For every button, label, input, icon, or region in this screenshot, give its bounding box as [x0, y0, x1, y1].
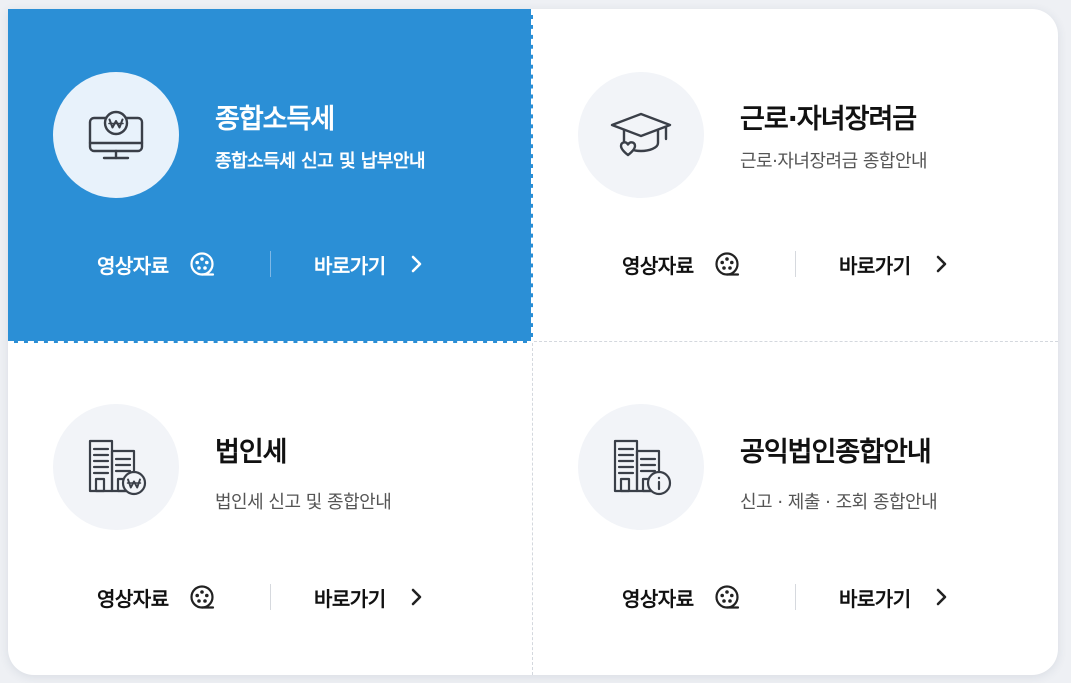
- video-material-link[interactable]: 영상자료: [622, 582, 740, 612]
- action-separator: [795, 251, 796, 277]
- video-material-link[interactable]: 영상자료: [97, 582, 215, 612]
- video-material-link[interactable]: 영상자료: [622, 249, 740, 279]
- goto-link[interactable]: 바로가기: [314, 582, 426, 612]
- card-comprehensive-income-tax[interactable]: 종합소득세 종합소득세 신고 및 납부안내 영상자료 바로가기: [8, 9, 533, 343]
- chevron-right-icon: [411, 588, 421, 606]
- video-material-label: 영상자료: [97, 586, 169, 611]
- film-reel-icon: [715, 585, 739, 609]
- icon-circle: [53, 72, 179, 198]
- monitor-won-icon: [88, 110, 144, 160]
- video-material-label: 영상자료: [622, 253, 694, 278]
- goto-label: 바로가기: [314, 253, 386, 278]
- chevron-right-icon: [411, 255, 421, 273]
- goto-link[interactable]: 바로가기: [839, 249, 951, 279]
- action-separator: [270, 251, 271, 277]
- card-actions: 영상자료 바로가기: [8, 249, 532, 279]
- building-won-icon: [88, 439, 147, 496]
- video-material-link[interactable]: 영상자료: [97, 249, 215, 279]
- chevron-right-icon: [936, 255, 946, 273]
- card-subtitle: 종합소득세 신고 및 납부안내: [215, 151, 426, 172]
- film-reel-icon: [715, 252, 739, 276]
- icon-circle: [578, 404, 704, 530]
- card-actions: 영상자료 바로가기: [533, 582, 1057, 612]
- goto-label: 바로가기: [839, 586, 911, 611]
- card-actions: 영상자료 바로가기: [8, 582, 532, 612]
- card-title: 근로·자녀장려금: [740, 104, 917, 135]
- film-reel-icon: [190, 252, 214, 276]
- goto-label: 바로가기: [314, 586, 386, 611]
- card-title: 종합소득세: [215, 104, 335, 135]
- card-subtitle: 법인세 신고 및 종합안내: [215, 492, 392, 513]
- video-material-label: 영상자료: [622, 586, 694, 611]
- tax-guide-board: 종합소득세 종합소득세 신고 및 납부안내 영상자료 바로가기 근로·자녀장려금…: [8, 9, 1058, 675]
- icon-circle: [578, 72, 704, 198]
- video-material-label: 영상자료: [97, 253, 169, 278]
- card-earned-income-child-credit[interactable]: 근로·자녀장려금 근로·자녀장려금 종합안내 영상자료 바로가기: [533, 9, 1057, 341]
- graduation-cap-heart-icon: [610, 112, 672, 157]
- goto-link[interactable]: 바로가기: [314, 249, 426, 279]
- card-corporate-tax[interactable]: 법인세 법인세 신고 및 종합안내 영상자료 바로가기: [8, 342, 532, 674]
- card-title: 공익법인종합안내: [740, 437, 932, 468]
- card-subtitle: 신고 · 제출 · 조회 종합안내: [740, 492, 938, 513]
- building-info-icon: [613, 439, 672, 496]
- chevron-right-icon: [936, 588, 946, 606]
- action-separator: [795, 584, 796, 610]
- card-public-interest-corporation[interactable]: 공익법인종합안내 신고 · 제출 · 조회 종합안내 영상자료 바로가기: [533, 342, 1057, 674]
- icon-circle: [53, 404, 179, 530]
- goto-label: 바로가기: [839, 253, 911, 278]
- card-title: 법인세: [215, 437, 288, 468]
- action-separator: [270, 584, 271, 610]
- card-actions: 영상자료 바로가기: [533, 249, 1057, 279]
- film-reel-icon: [190, 585, 214, 609]
- goto-link[interactable]: 바로가기: [839, 582, 951, 612]
- card-subtitle: 근로·자녀장려금 종합안내: [740, 151, 928, 172]
